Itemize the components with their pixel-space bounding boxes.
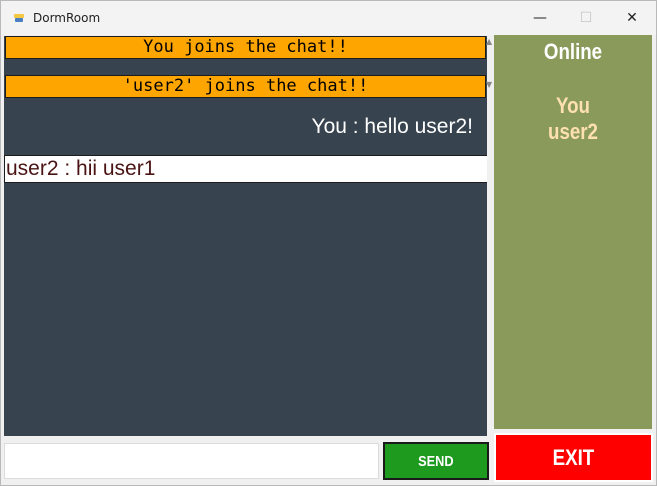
app-icon (14, 14, 24, 22)
system-message: 'user2' joins the chat!! (5, 75, 486, 98)
send-button-label: SEND (418, 452, 454, 470)
window-title: DormRoom (33, 11, 101, 25)
minimize-icon: — (533, 10, 547, 26)
exit-button[interactable]: EXIT (494, 433, 653, 482)
online-user: user2 (548, 119, 598, 144)
close-button[interactable]: ✕ (609, 1, 655, 35)
scroll-up-icon[interactable]: ▲ (486, 37, 492, 46)
title-bar[interactable]: DormRoom — ☐ ✕ (1, 1, 656, 35)
maximize-icon: ☐ (579, 10, 593, 26)
message-input[interactable] (4, 443, 379, 479)
scroll-down-icon[interactable]: ▼ (486, 80, 492, 89)
own-message: You : hello user2! (311, 115, 473, 138)
online-users-panel: Online You user2 (494, 35, 652, 429)
system-message: You joins the chat!! (5, 36, 486, 59)
exit-button-label: EXIT (552, 444, 595, 470)
chat-log[interactable]: You joins the chat!! 'user2' joins the c… (4, 36, 487, 436)
online-title: Online (543, 39, 603, 64)
online-user: You (556, 93, 590, 118)
send-button[interactable]: SEND (383, 442, 489, 480)
maximize-button[interactable]: ☐ (563, 1, 609, 35)
online-user-list: You user2 (494, 93, 652, 145)
minimize-button[interactable]: — (517, 1, 563, 35)
close-icon: ✕ (626, 10, 638, 26)
chat-scrollbar[interactable] (487, 36, 492, 436)
received-message: user2 : hii user1 (4, 155, 487, 183)
